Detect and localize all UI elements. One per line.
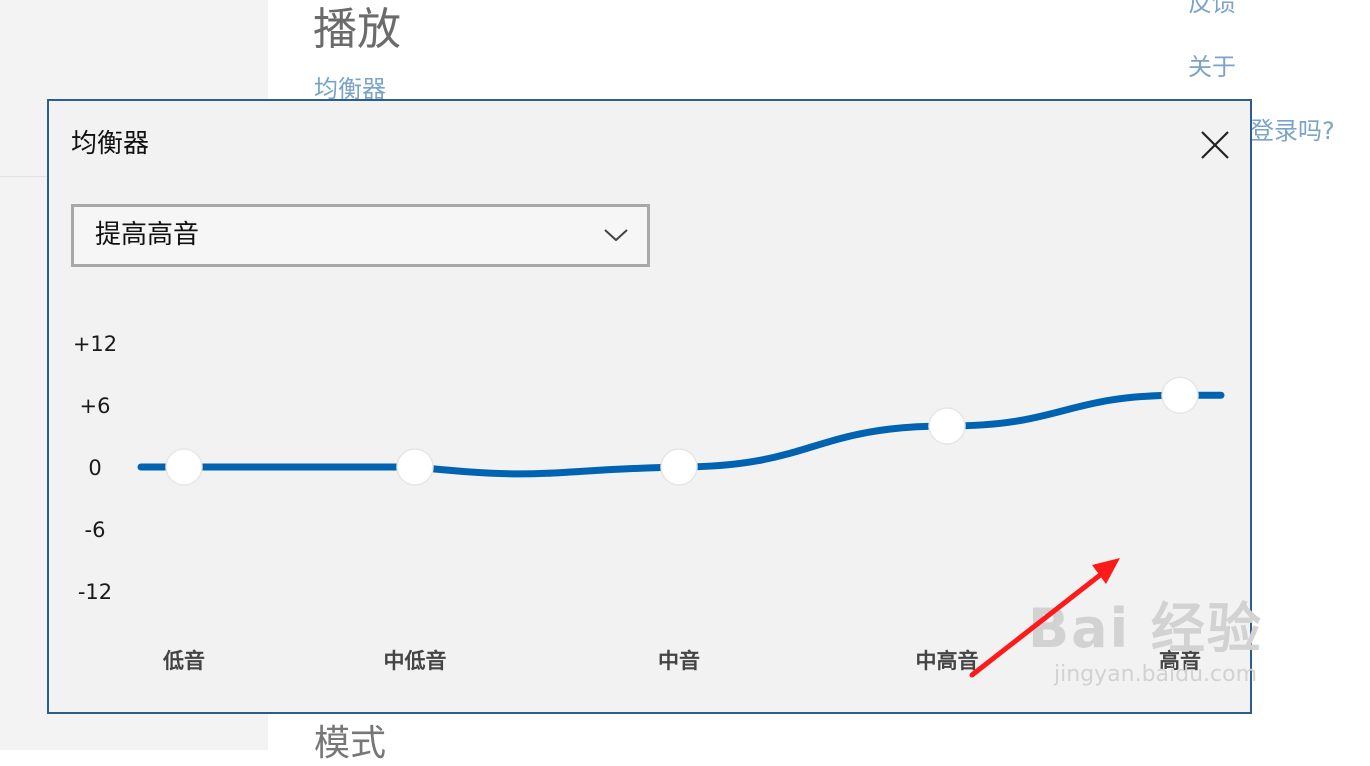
annotation-arrow [969,558,1120,678]
